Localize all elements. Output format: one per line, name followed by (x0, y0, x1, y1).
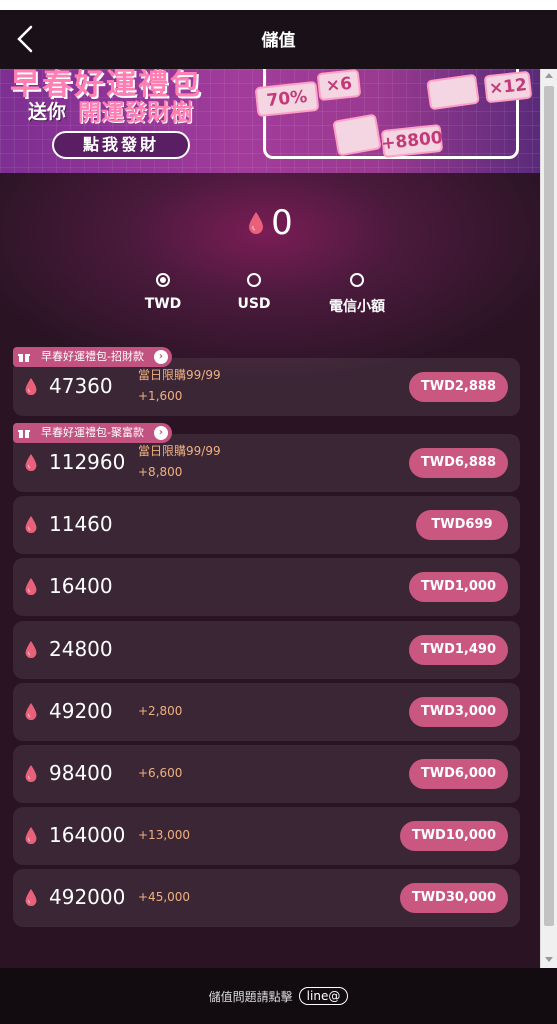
promo-banner[interactable]: 早春好運禮包 送你 開運發財樹 點我發財 70% ×6 +8800 ×12 (0, 69, 540, 173)
gem-drop-icon (25, 702, 37, 720)
package-row[interactable]: 98400 +6,600 TWD6,000 (13, 744, 520, 803)
gift-icon (18, 430, 30, 438)
promo-tag-label: 早春好運禮包-招財款 (41, 350, 144, 363)
price-button[interactable]: TWD3,000 (408, 696, 508, 727)
package-amount: 112960 (49, 450, 126, 474)
package-row[interactable]: 492000 +45,000 TWD30,000 (13, 869, 520, 928)
package-amount: 98400 (49, 760, 113, 785)
banner-sub-prefix: 送你 (28, 101, 67, 123)
price-button[interactable]: TWD1,490 (408, 634, 508, 665)
scroll-up-arrow-icon[interactable] (545, 73, 553, 78)
gem-drop-icon (25, 827, 37, 845)
currency-option-usd[interactable]: USD (204, 273, 304, 312)
price-button[interactable]: TWD30,000 (399, 883, 508, 914)
banner-sub-highlight: 開運發財樹 (78, 100, 193, 126)
package-amount: 492000 (49, 885, 126, 910)
package-list: 早春好運禮包-招財款 › 47360 當日限購99/99 +1,600 TWD2,888 早… (13, 347, 520, 932)
footer-text: 儲值問題請點擊 (208, 989, 293, 1004)
scrollbar[interactable] (540, 69, 557, 968)
package-bonus: +45,000 (138, 890, 191, 905)
package-amount: 16400 (49, 574, 113, 599)
price-button[interactable]: TWD1,000 (408, 572, 508, 603)
promo-tag-label: 早春好運禮包-聚富款 (41, 426, 144, 439)
price-button[interactable]: TWD699 (416, 510, 508, 541)
gift-icon (18, 354, 30, 362)
gem-drop-icon (25, 889, 37, 907)
package-bonus: +6,600 (138, 765, 183, 780)
price-button[interactable]: TWD6,000 (408, 758, 508, 789)
package-row[interactable]: 16400 TWD1,000 (13, 558, 520, 617)
package-row[interactable]: 早春好運禮包-招財款 › 47360 當日限購99/99 +1,600 TWD2,888 (13, 347, 520, 416)
price-button[interactable]: TWD2,888 (408, 372, 508, 402)
purchase-limit: 當日限購99/99 (138, 368, 221, 382)
gem-drop-icon (25, 640, 37, 658)
banner-ticket: ×12 (483, 70, 533, 104)
package-bonus: +13,000 (138, 828, 191, 843)
package-row[interactable]: 24800 TWD1,490 (13, 620, 520, 679)
package-amount: 11460 (49, 512, 113, 537)
balance-value: 0 (271, 203, 293, 243)
banner-ticket: ×6 (316, 69, 362, 102)
currency-option-telecom[interactable]: 電信小額 (307, 273, 407, 316)
scrollbar-thumb[interactable] (544, 86, 554, 926)
gem-drop-icon (25, 516, 37, 534)
package-bonus: +2,800 (138, 703, 183, 718)
currency-label: TWD (144, 296, 182, 312)
gem-drop-icon (25, 453, 37, 472)
footer: 儲值問題請點擊 line@ (0, 968, 557, 1024)
line-contact-button[interactable]: line@ (298, 987, 349, 1005)
balance-display: 0 (0, 203, 540, 243)
chevron-right-icon: › (153, 426, 168, 440)
package-row[interactable]: 早春好運禮包-聚富款 › 112960 當日限購99/99 +8,800 TWD6,888 (13, 423, 520, 492)
main-content: 0 TWD USD 電信小額 早春好運禮包-招財款 › 47360 當日限購99/99… (0, 173, 540, 968)
gem-drop-icon (25, 764, 37, 782)
currency-label: USD (237, 296, 271, 312)
package-bonus: +1,600 (138, 389, 183, 403)
currency-option-twd[interactable]: TWD (113, 273, 213, 312)
promo-tag[interactable]: 早春好運禮包-聚富款 › (13, 423, 172, 443)
price-button[interactable]: TWD10,000 (399, 821, 508, 852)
package-amount: 24800 (49, 636, 113, 661)
package-amount: 47360 (49, 374, 113, 398)
radio-usd[interactable] (247, 273, 261, 287)
promo-tag[interactable]: 早春好運禮包-招財款 › (13, 347, 172, 367)
currency-label: 電信小額 (329, 299, 385, 315)
gem-drop-icon (25, 578, 37, 596)
chevron-right-icon: › (153, 350, 168, 364)
gem-drop-icon (249, 212, 264, 234)
page-title: 儲值 (261, 31, 296, 51)
price-button[interactable]: TWD6,888 (408, 448, 508, 478)
package-amount: 164000 (49, 823, 126, 848)
banner-cta-button[interactable]: 點我發財 (52, 131, 190, 159)
package-bonus: +8,800 (138, 465, 183, 479)
radio-telecom[interactable] (350, 273, 364, 287)
package-row[interactable]: 164000 +13,000 TWD10,000 (13, 807, 520, 866)
package-amount: 49200 (49, 698, 113, 723)
scroll-down-arrow-icon[interactable] (545, 957, 553, 962)
purchase-limit: 當日限購99/99 (138, 444, 221, 458)
radio-twd[interactable] (156, 273, 170, 287)
gem-drop-icon (25, 377, 37, 396)
banner-ticket (332, 113, 382, 157)
package-row[interactable]: 11460 TWD699 (13, 496, 520, 555)
package-row[interactable]: 49200 +2,800 TWD3,000 (13, 682, 520, 741)
top-bar: 儲值 (0, 0, 557, 69)
currency-selector: TWD USD 電信小額 (0, 273, 540, 323)
